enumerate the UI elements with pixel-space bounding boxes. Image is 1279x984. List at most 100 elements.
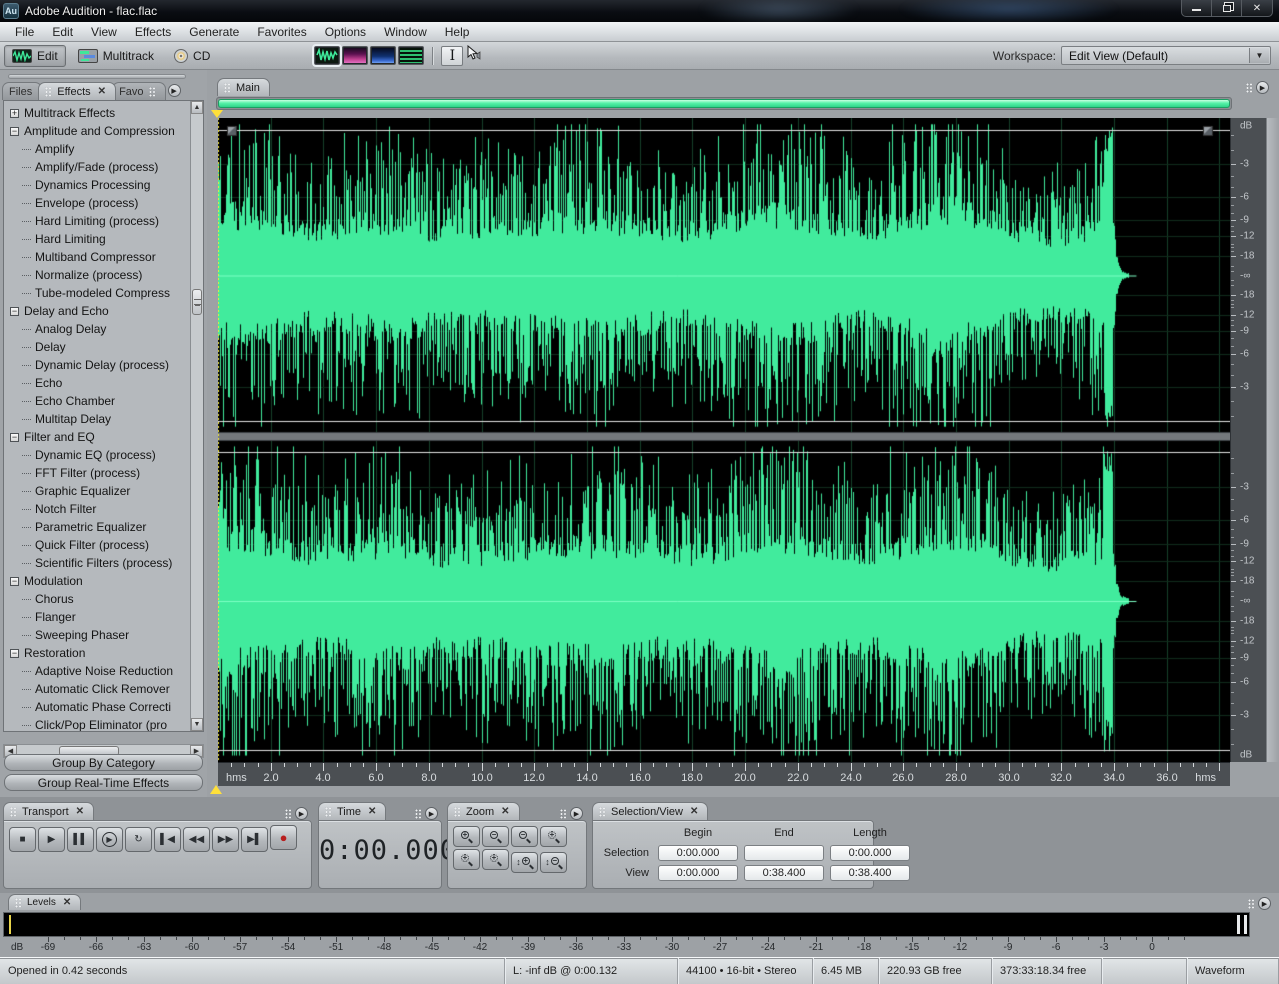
tree-item[interactable]: Multitap Delay	[4, 410, 203, 428]
edit-view-button[interactable]: Edit	[4, 45, 66, 67]
close-icon[interactable]: ✕	[501, 806, 509, 817]
tab-zoom[interactable]: Zoom ✕	[447, 802, 520, 820]
restore-button[interactable]	[1212, 0, 1242, 16]
tree-item[interactable]: Multiband Compressor	[4, 248, 203, 266]
waveform-view-button[interactable]	[314, 46, 340, 65]
pause-button[interactable]: ▌▌	[67, 827, 94, 852]
group-by-category-button[interactable]: Group By Category	[4, 754, 203, 771]
sv-field-selection-begin[interactable]: 0:00.000	[658, 845, 738, 861]
menu-generate[interactable]: Generate	[180, 23, 248, 41]
tree-item[interactable]: Sweeping Phaser	[4, 626, 203, 644]
zoom-in-selection-left-button[interactable]: +	[453, 849, 480, 870]
tab-files[interactable]: Files	[2, 82, 42, 100]
fast-forward-button[interactable]: ▶▶	[212, 827, 239, 852]
collapse-icon[interactable]: −	[10, 649, 19, 658]
multitrack-view-button[interactable]: Multitrack	[70, 45, 162, 67]
sv-field-selection-end[interactable]	[744, 845, 824, 861]
collapse-icon[interactable]: −	[10, 127, 19, 136]
vertical-zoom-strip[interactable]	[1266, 118, 1279, 762]
zoom-to-selection-button[interactable]: +	[540, 826, 567, 847]
scroll-down-icon[interactable]: ▼	[191, 718, 203, 731]
collapse-icon[interactable]: −	[10, 577, 19, 586]
spectral-frequency-view-button[interactable]	[342, 46, 368, 65]
tree-item[interactable]: Dynamic EQ (process)	[4, 446, 203, 464]
clip-indicator[interactable]	[1237, 915, 1240, 934]
clip-indicator[interactable]	[1244, 915, 1247, 934]
tab-levels[interactable]: Levels ✕	[8, 894, 81, 910]
tree-item[interactable]: Amplify/Fade (process)	[4, 158, 203, 176]
cursor-marker-bottom-icon[interactable]	[210, 785, 222, 794]
sv-field-view-length[interactable]: 0:38.400	[830, 865, 910, 881]
record-button[interactable]: ●	[270, 825, 297, 850]
menu-favorites[interactable]: Favorites	[248, 23, 315, 41]
panel-menu-button[interactable]: ▶	[570, 807, 583, 820]
zoom-out-horizontal-button[interactable]: −	[482, 826, 509, 847]
menu-edit[interactable]: Edit	[43, 23, 82, 41]
close-button[interactable]: ✕	[1242, 0, 1272, 16]
spectral-pan-view-button[interactable]	[370, 46, 396, 65]
tree-item[interactable]: Flanger	[4, 608, 203, 626]
tree-item[interactable]: Parametric Equalizer	[4, 518, 203, 536]
minimize-button[interactable]	[1182, 0, 1212, 16]
close-icon[interactable]: ✕	[368, 806, 376, 817]
tree-item[interactable]: Analog Delay	[4, 320, 203, 338]
cd-view-button[interactable]: CD	[166, 45, 218, 67]
tree-category[interactable]: +Multitrack Effects	[4, 104, 203, 122]
panel-menu-button[interactable]: ▶	[1256, 81, 1269, 94]
title-bar[interactable]: Au Adobe Audition - flac.flac ✕	[0, 0, 1279, 22]
zoom-out-full-button[interactable]: −	[511, 826, 538, 847]
panel-menu-button[interactable]: ▶	[425, 807, 438, 820]
time-selection-tool-button[interactable]: I	[441, 46, 463, 66]
zoom-in-selection-right-button[interactable]: +	[482, 849, 509, 870]
menu-window[interactable]: Window	[375, 23, 436, 41]
tab-favorites[interactable]: Favo	[112, 82, 165, 100]
waveform-scrollbar-thumb[interactable]	[218, 99, 1230, 108]
tree-item[interactable]: Dynamic Delay (process)	[4, 356, 203, 374]
close-icon[interactable]: ✕	[98, 86, 106, 97]
tree-item[interactable]: Echo	[4, 374, 203, 392]
menu-effects[interactable]: Effects	[126, 23, 180, 41]
panel-menu-button[interactable]: ▶	[295, 807, 308, 820]
zoom-in-horizontal-button[interactable]: +	[453, 826, 480, 847]
tree-item[interactable]: Quick Filter (process)	[4, 536, 203, 554]
tree-item[interactable]: Amplify	[4, 140, 203, 158]
zoom-out-vertical-button[interactable]: ↕−	[540, 852, 567, 873]
group-real-time-effects-button[interactable]: Group Real-Time Effects	[4, 774, 203, 791]
tree-vertical-scrollbar[interactable]: ▲ ▼	[190, 101, 203, 731]
tree-item[interactable]: Tube-modeled Compress	[4, 284, 203, 302]
panel-menu-button[interactable]: ▶	[1258, 897, 1271, 910]
tree-item[interactable]: Echo Chamber	[4, 392, 203, 410]
play-button[interactable]: ▶	[38, 827, 65, 852]
menu-options[interactable]: Options	[316, 23, 375, 41]
go-to-beginning-button[interactable]: ▌◀	[154, 827, 181, 852]
tree-item[interactable]: Normalize (process)	[4, 266, 203, 284]
tab-time[interactable]: Time ✕	[318, 802, 386, 820]
tree-item[interactable]: Notch Filter	[4, 500, 203, 518]
zoom-in-vertical-button[interactable]: ↕+	[511, 852, 538, 873]
waveform-display[interactable]	[218, 118, 1230, 762]
menu-help[interactable]: Help	[436, 23, 479, 41]
expand-icon[interactable]: +	[10, 109, 19, 118]
tree-item[interactable]: Scientific Filters (process)	[4, 554, 203, 572]
close-icon[interactable]: ✕	[63, 897, 71, 908]
tab-effects[interactable]: Effects ✕	[38, 82, 116, 100]
workspace-dropdown[interactable]: Edit View (Default) ▼	[1061, 46, 1271, 65]
chevron-down-icon[interactable]: ▼	[1249, 48, 1269, 63]
close-icon[interactable]: ✕	[690, 806, 698, 817]
rewind-button[interactable]: ◀◀	[183, 827, 210, 852]
panel-drag-handle[interactable]	[8, 74, 186, 79]
close-icon[interactable]: ✕	[76, 806, 84, 817]
menu-view[interactable]: View	[82, 23, 126, 41]
tree-item[interactable]: Automatic Click Remover	[4, 680, 203, 698]
tree-item[interactable]: FFT Filter (process)	[4, 464, 203, 482]
panel-menu-button[interactable]: ▶	[168, 84, 181, 97]
spectral-phase-view-button[interactable]	[398, 46, 424, 65]
tree-item[interactable]: Adaptive Noise Reduction	[4, 662, 203, 680]
tab-selection-view[interactable]: Selection/View ✕	[592, 802, 708, 820]
collapse-icon[interactable]: −	[10, 433, 19, 442]
collapse-icon[interactable]: −	[10, 307, 19, 316]
tree-category[interactable]: −Modulation	[4, 572, 203, 590]
tree-category[interactable]: −Restoration	[4, 644, 203, 662]
tree-item[interactable]: Click/Pop Eliminator (pro	[4, 716, 203, 732]
sv-field-view-begin[interactable]: 0:00.000	[658, 865, 738, 881]
